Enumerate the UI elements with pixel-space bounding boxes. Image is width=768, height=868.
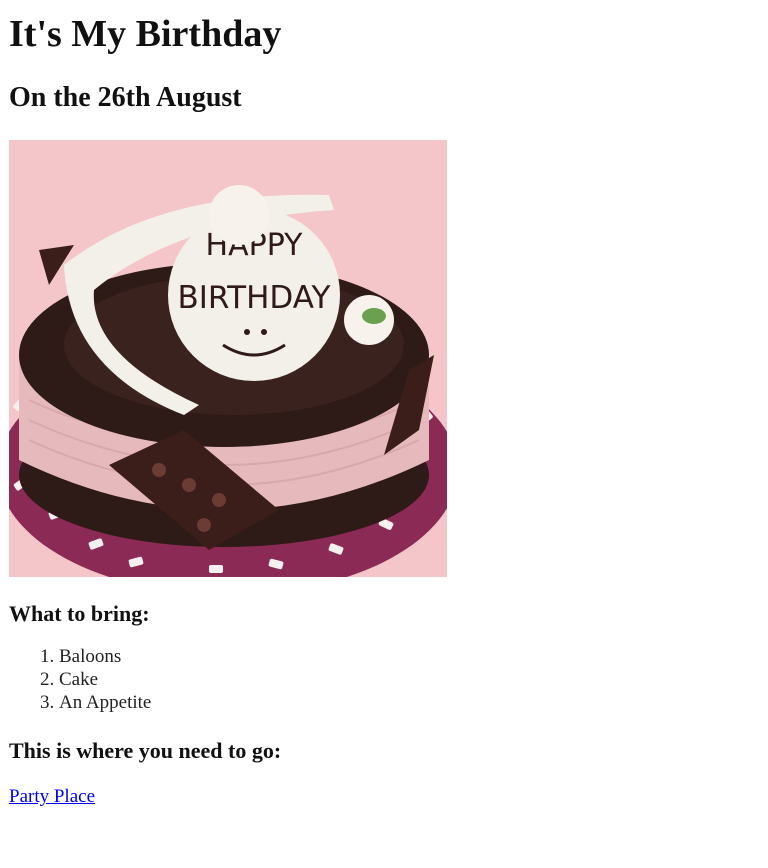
page-title: It's My Birthday xyxy=(9,13,282,55)
list-item: An Appetite xyxy=(59,691,759,714)
list-item: Baloons xyxy=(59,645,759,668)
bring-heading: What to bring: xyxy=(9,601,150,626)
party-place-link[interactable]: Party Place xyxy=(9,786,95,808)
list-item: Cake xyxy=(59,668,759,691)
bring-list: Baloons Cake An Appetite xyxy=(9,645,759,714)
topper-birthday-text: BIRTHDAY xyxy=(177,280,330,316)
page: It's My Birthday On the 26th August HAPP… xyxy=(0,11,768,808)
directions-heading: This is where you need to go: xyxy=(9,738,282,763)
page-subtitle: On the 26th August xyxy=(9,82,242,113)
birthday-cake-image: HAPPY BIRTHDAY xyxy=(9,140,447,577)
